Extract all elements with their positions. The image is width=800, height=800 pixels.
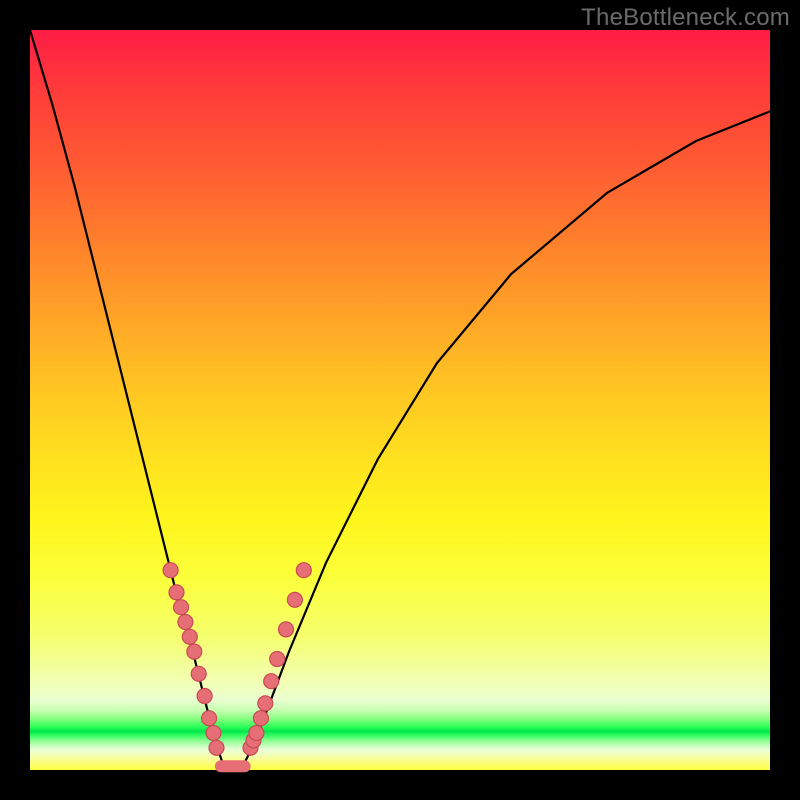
data-marker xyxy=(249,726,264,741)
data-marker xyxy=(287,592,302,607)
marker-cluster-left xyxy=(163,563,224,756)
data-marker xyxy=(174,600,189,615)
marker-cluster-right xyxy=(243,563,311,756)
data-marker xyxy=(206,726,221,741)
bottleneck-curve xyxy=(30,30,770,770)
data-marker xyxy=(202,711,217,726)
data-marker xyxy=(197,689,212,704)
data-marker xyxy=(187,644,202,659)
data-marker xyxy=(182,629,197,644)
overlay-svg xyxy=(30,30,770,770)
data-marker xyxy=(163,563,178,578)
data-marker xyxy=(296,563,311,578)
data-marker xyxy=(209,740,224,755)
data-marker xyxy=(191,666,206,681)
data-marker xyxy=(258,696,273,711)
data-marker xyxy=(178,615,193,630)
watermark-text: TheBottleneck.com xyxy=(581,4,790,32)
data-marker xyxy=(264,674,279,689)
chart-frame: TheBottleneck.com xyxy=(0,0,800,800)
data-marker xyxy=(270,652,285,667)
data-marker xyxy=(169,585,184,600)
data-marker xyxy=(279,622,294,637)
data-marker xyxy=(253,711,268,726)
